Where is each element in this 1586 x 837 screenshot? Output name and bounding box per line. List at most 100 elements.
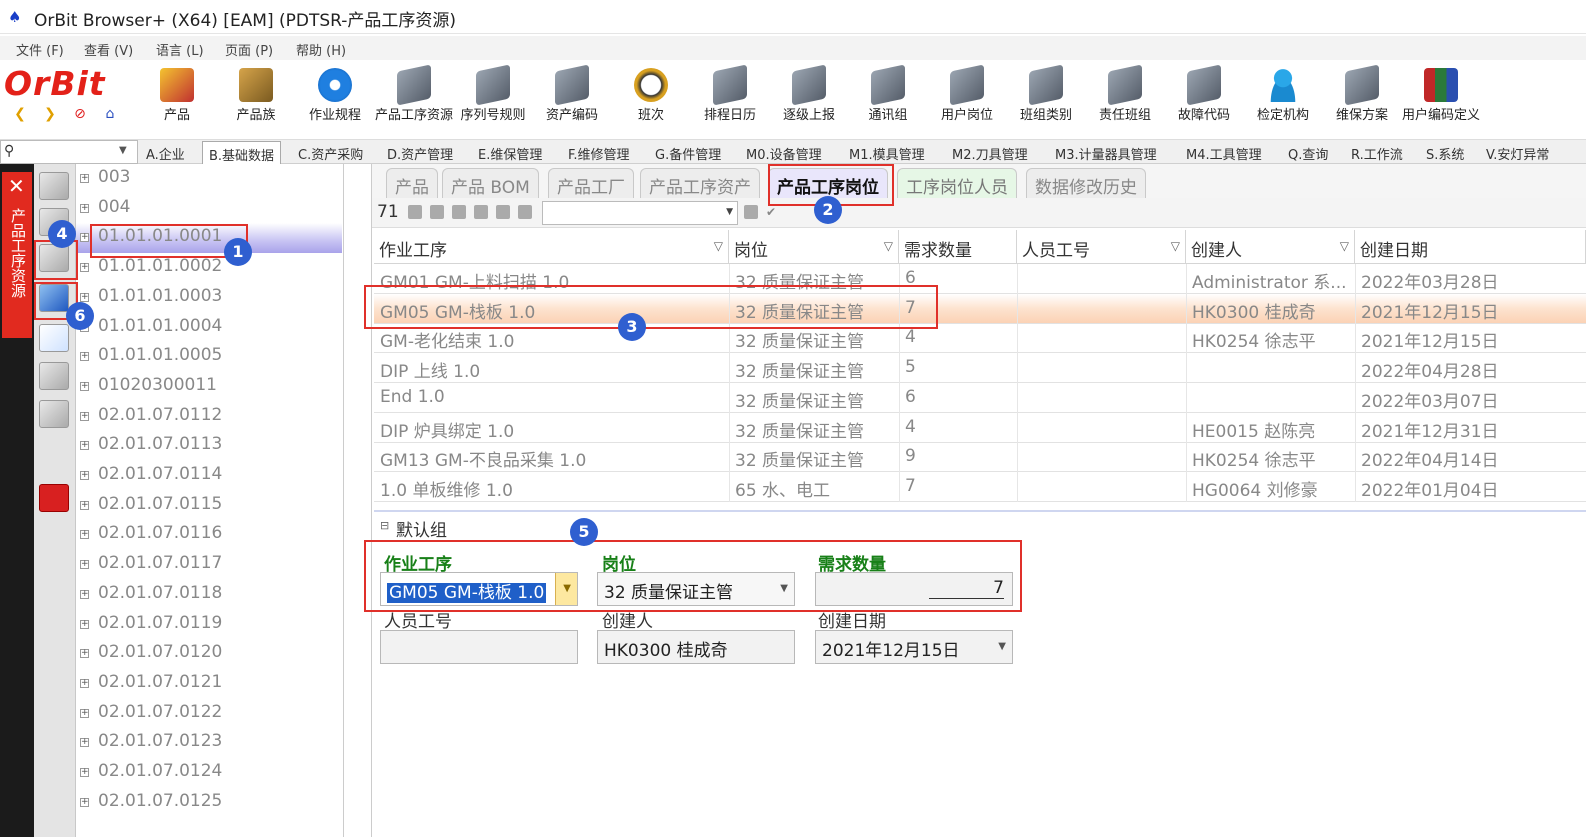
chevron-down-icon[interactable]: ▼ <box>119 145 127 156</box>
delete-doc-icon[interactable] <box>39 362 69 390</box>
tree-node[interactable]: +02.01.07.0122 <box>76 699 342 729</box>
expand-icon[interactable]: + <box>80 500 89 510</box>
toolbar-schedule-calendar-button[interactable]: 排程日历 <box>690 64 770 140</box>
expand-icon[interactable]: + <box>80 678 89 688</box>
tree-node[interactable]: +01.01.01.0003 <box>76 283 342 313</box>
collapse-icon[interactable]: ⊟ <box>380 519 389 532</box>
double-chevron-icon[interactable]: ✔ <box>766 205 780 219</box>
side-panel-tab[interactable]: ✕ 产品工序资源 <box>2 172 32 338</box>
toolbar-user-code-def-button[interactable]: 用户编码定义 <box>1401 66 1481 140</box>
table-row[interactable]: GM13 GM-不良品采集 1.0 32 质量保证主管 9 HK0254 徐志平 202… <box>374 442 1586 473</box>
menu-file[interactable]: 文件 (F) <box>16 40 64 59</box>
splitter[interactable] <box>344 164 372 837</box>
tree-node[interactable]: +01.01.01.0004 <box>76 313 342 343</box>
module-tab-asset-management[interactable]: D.资产管理 <box>387 144 453 163</box>
menu-help[interactable]: 帮助 (H) <box>296 40 346 59</box>
column-header-qty[interactable]: 需求数量 <box>899 230 1017 264</box>
expand-icon[interactable]: + <box>80 263 89 273</box>
table-row[interactable]: 1.0 单板维修 1.0 65 水、电工 7 HG0064 刘修豪 2022年01月04… <box>374 472 1586 502</box>
module-tab-repair[interactable]: F.维修管理 <box>568 144 630 163</box>
sort-desc-icon[interactable] <box>430 205 444 219</box>
expand-icon[interactable]: + <box>80 589 89 599</box>
expand-icon[interactable]: + <box>80 768 89 777</box>
tree-node[interactable]: +01.01.01.0005 <box>76 342 342 372</box>
module-tab-tools[interactable]: M4.工具管理 <box>1186 144 1262 163</box>
close-icon[interactable]: ✕ <box>8 174 25 198</box>
hand-icon[interactable] <box>452 205 466 219</box>
toolbar-process-resource-button[interactable]: 产品工序资源 <box>374 64 454 140</box>
grid-filter-select[interactable]: ▼ <box>542 201 738 225</box>
tree-node[interactable]: +02.01.07.0112 <box>76 402 342 432</box>
toolbar-inspection-org-button[interactable]: 检定机构 <box>1243 66 1323 140</box>
module-tab-spare-parts[interactable]: G.备件管理 <box>655 144 721 163</box>
export-icon[interactable] <box>496 205 510 219</box>
expand-icon[interactable]: + <box>80 174 89 183</box>
tree-node[interactable]: +02.01.07.0113 <box>76 431 342 461</box>
expand-icon[interactable]: + <box>80 530 89 540</box>
column-header-operation[interactable]: 作业工序 ▽ <box>374 230 729 264</box>
menu-language[interactable]: 语言 (L) <box>156 40 204 59</box>
column-header-employee[interactable]: 人员工号 ▽ <box>1017 230 1186 264</box>
power-icon[interactable] <box>39 484 69 512</box>
toolbar-product-button[interactable]: 产品 <box>137 66 217 140</box>
tab-product-bom[interactable]: 产品 BOM <box>442 168 539 198</box>
expand-icon[interactable]: + <box>80 708 89 718</box>
expand-icon[interactable]: + <box>80 411 89 421</box>
table-row[interactable]: DIP 炉具绑定 1.0 32 质量保证主管 4 HE0015 赵陈亮 2021年12月… <box>374 413 1586 443</box>
tree-node[interactable]: +003 <box>76 164 342 194</box>
toolbar-shift-button[interactable]: 班次 <box>611 66 691 140</box>
erase-icon[interactable] <box>39 400 69 428</box>
table-row[interactable]: End 1.0 32 质量保证主管 6 2022年03月07日 <box>374 383 1586 413</box>
sort-asc-icon[interactable] <box>408 205 422 219</box>
expand-icon[interactable]: + <box>80 292 89 302</box>
tree-node[interactable]: +02.01.07.0114 <box>76 461 342 491</box>
back-icon[interactable]: ❮ <box>12 106 28 122</box>
tree-node[interactable]: +02.01.07.0124 <box>76 758 342 788</box>
tab-post-personnel[interactable]: 工序岗位人员 <box>897 168 1017 198</box>
copy-icon[interactable] <box>474 205 488 219</box>
expand-icon[interactable]: + <box>80 560 89 570</box>
tree-node[interactable]: +02.01.07.0118 <box>76 580 342 610</box>
module-tab-measuring[interactable]: M3.计量器具管理 <box>1055 144 1157 163</box>
expand-icon[interactable]: + <box>80 649 89 659</box>
tab-product[interactable]: 产品 <box>386 168 438 198</box>
module-search-input[interactable]: ⚲ ▼ <box>0 140 138 164</box>
employee-input[interactable] <box>380 630 578 664</box>
filter-icon[interactable]: ▽ <box>884 239 893 253</box>
filter-icon[interactable]: ▽ <box>1171 239 1180 253</box>
tab-process-asset[interactable]: 产品工序资产 <box>640 168 760 198</box>
home-icon[interactable]: ⌂ <box>102 106 118 122</box>
toolbar-contact-group-button[interactable]: 通讯组 <box>848 64 928 140</box>
expand-icon[interactable]: + <box>80 352 89 362</box>
filter-icon[interactable]: ▽ <box>1340 239 1349 253</box>
toolbar-asset-code-button[interactable]: 资产编码 <box>532 64 612 140</box>
expand-icon[interactable]: + <box>80 203 89 213</box>
column-header-creator[interactable]: 创建人 ▽ <box>1186 230 1355 264</box>
module-tab-query[interactable]: Q.查询 <box>1288 144 1328 163</box>
toolbar-responsible-team-button[interactable]: 责任班组 <box>1085 64 1165 140</box>
column-header-created[interactable]: 创建日期 <box>1355 230 1586 264</box>
chevron-down-icon[interactable]: ▼ <box>998 641 1006 652</box>
expand-icon[interactable]: + <box>80 381 89 391</box>
toolbar-serial-rule-button[interactable]: 序列号规则 <box>453 64 533 140</box>
find-icon[interactable] <box>744 205 758 219</box>
toolbar-maintenance-plan-button[interactable]: 维保方案 <box>1322 64 1402 140</box>
toolbar-fault-code-button[interactable]: 故障代码 <box>1164 64 1244 140</box>
menu-page[interactable]: 页面 (P) <box>225 40 273 59</box>
tree-node[interactable]: +02.01.07.0120 <box>76 639 342 669</box>
forward-icon[interactable]: ❯ <box>42 106 58 122</box>
module-tab-basic-data[interactable]: B.基础数据 <box>202 141 282 164</box>
tree-node[interactable]: +02.01.07.0117 <box>76 550 342 580</box>
expand-icon[interactable]: + <box>80 619 89 629</box>
expand-icon[interactable]: + <box>80 471 89 480</box>
module-tab-maintenance[interactable]: E.维保管理 <box>478 144 542 163</box>
filter-icon[interactable]: ▽ <box>714 239 723 253</box>
tree-node[interactable]: +02.01.07.0115 <box>76 491 342 521</box>
tree-node[interactable]: +02.01.07.0116 <box>76 520 342 550</box>
expand-icon[interactable]: + <box>80 797 89 807</box>
module-tab-equipment[interactable]: M0.设备管理 <box>746 144 822 163</box>
tab-product-factory[interactable]: 产品工厂 <box>548 168 634 198</box>
column-header-post[interactable]: 岗位 ▽ <box>729 230 899 264</box>
module-tab-asset-purchase[interactable]: C.资产采购 <box>298 144 363 163</box>
expand-icon[interactable]: + <box>80 233 89 243</box>
